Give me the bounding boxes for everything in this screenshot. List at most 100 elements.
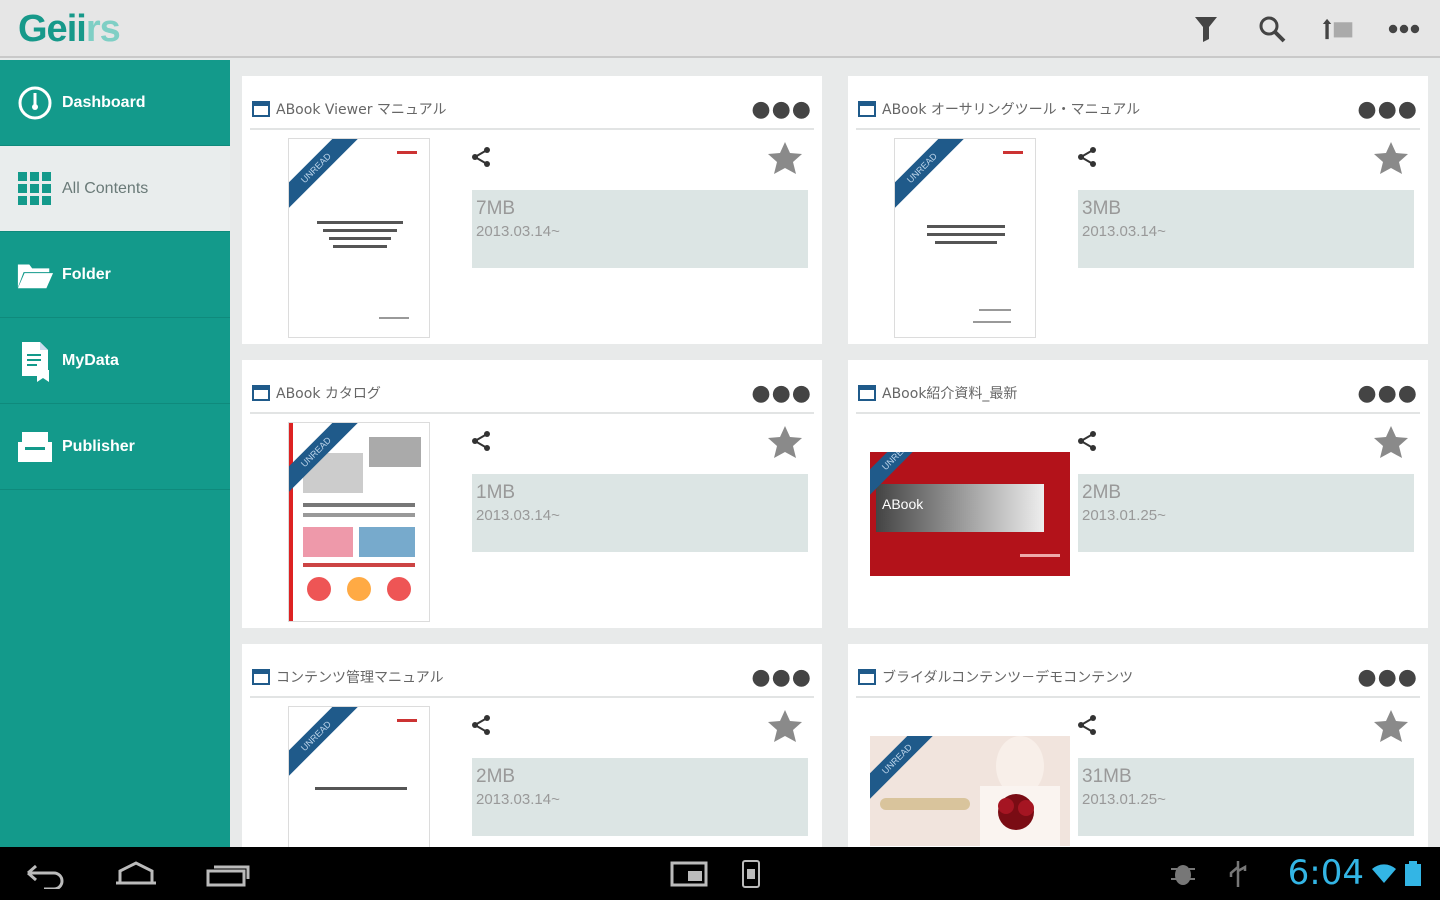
grid-icon (16, 169, 54, 209)
card-title: コンテンツ管理マニュアル (276, 670, 444, 686)
document-preview (315, 719, 417, 790)
sidebar: Dashboard All Contents Folder MyData Pub… (0, 60, 230, 847)
publisher-icon (16, 427, 54, 467)
card-header: ABook オーサリングツール・マニュアル ●●● (856, 90, 1420, 130)
presentation-preview (870, 452, 1070, 592)
document-icon (252, 669, 270, 685)
filter-icon[interactable] (1190, 12, 1222, 46)
content-thumbnail[interactable]: UNREAD (288, 422, 430, 622)
share-icon[interactable] (1076, 430, 1098, 452)
status-clock: 6:04 (1287, 853, 1364, 893)
sidebar-item-publisher[interactable]: Publisher (0, 404, 230, 490)
overflow-menu-icon[interactable] (1388, 12, 1420, 46)
favorite-star-icon[interactable] (766, 424, 804, 462)
publish-date: 2013.03.14~ (476, 223, 560, 240)
card-header: コンテンツ管理マニュアル ●●● (250, 658, 814, 698)
content-grid: ABook Viewer マニュアル ●●● UNREAD 7MB 2013.0… (230, 60, 1440, 847)
favorite-star-icon[interactable] (766, 708, 804, 746)
file-size: 1MB (476, 482, 516, 503)
more-options-icon[interactable]: ●●● (1357, 97, 1418, 122)
sidebar-item-dashboard[interactable]: Dashboard (0, 60, 230, 146)
content-thumbnail[interactable]: UNREAD (870, 736, 1070, 846)
file-size: 31MB (1082, 766, 1132, 787)
card-title: ABook Viewer マニュアル (276, 102, 447, 118)
content-thumbnail[interactable]: ABook UNREAD (870, 452, 1070, 592)
content-card[interactable]: ABook Viewer マニュアル ●●● UNREAD 7MB 2013.0… (242, 76, 822, 344)
mydata-icon (16, 341, 54, 382)
share-icon[interactable] (1076, 714, 1098, 736)
back-icon[interactable] (24, 859, 68, 889)
document-icon (858, 385, 876, 401)
card-header: ブライダルコンテンツ－デモコンテンツ ●●● (856, 658, 1420, 698)
content-card[interactable]: ブライダルコンテンツ－デモコンテンツ ●●● UNREAD 31MB 2013.… (848, 644, 1428, 847)
card-header: ABook紹介資料_最新 ●●● (856, 374, 1420, 414)
favorite-star-icon[interactable] (1372, 424, 1410, 462)
dashboard-icon (16, 83, 54, 123)
card-title: ABook紹介資料_最新 (882, 386, 1018, 402)
publish-date: 2013.01.25~ (1082, 791, 1166, 808)
document-icon (252, 101, 270, 117)
sidebar-item-all-contents[interactable]: All Contents (0, 146, 230, 232)
content-info: 7MB 2013.03.14~ (472, 190, 808, 268)
app-logo: Geiirs (18, 8, 121, 50)
home-icon[interactable] (112, 859, 160, 889)
sort-icon[interactable] (1322, 12, 1354, 46)
content-info: 31MB 2013.01.25~ (1078, 758, 1414, 836)
content-info: 2MB 2013.03.14~ (472, 758, 808, 836)
sidebar-item-label: MyData (62, 351, 119, 369)
card-title: ABook オーサリングツール・マニュアル (882, 102, 1141, 118)
share-icon[interactable] (470, 146, 492, 168)
share-icon[interactable] (1076, 146, 1098, 168)
content-card[interactable]: ABook オーサリングツール・マニュアル ●●● UNREAD 3MB 201… (848, 76, 1428, 344)
screenshot-icon[interactable] (740, 859, 762, 889)
folder-icon (16, 255, 54, 295)
document-icon (858, 669, 876, 685)
document-icon (252, 385, 270, 401)
content-thumbnail[interactable]: UNREAD (288, 706, 430, 847)
content-thumbnail[interactable]: UNREAD (894, 138, 1036, 338)
sidebar-item-label: Folder (62, 265, 111, 283)
content-info: 3MB 2013.03.14~ (1078, 190, 1414, 268)
card-title: ABook カタログ (276, 386, 381, 402)
document-preview (317, 151, 417, 319)
more-options-icon[interactable]: ●●● (1357, 665, 1418, 690)
sidebar-item-label: All Contents (62, 179, 149, 197)
favorite-star-icon[interactable] (1372, 140, 1410, 178)
system-navigation-bar: 6:04 (0, 847, 1440, 900)
more-options-icon[interactable]: ●●● (751, 381, 812, 406)
favorite-star-icon[interactable] (1372, 708, 1410, 746)
publish-date: 2013.03.14~ (476, 791, 560, 808)
sidebar-item-label: Publisher (62, 437, 135, 455)
search-icon[interactable] (1256, 12, 1288, 46)
more-options-icon[interactable]: ●●● (751, 97, 812, 122)
recent-apps-icon[interactable] (204, 859, 252, 889)
sidebar-item-folder[interactable]: Folder (0, 232, 230, 318)
file-size: 2MB (1082, 482, 1122, 503)
more-options-icon[interactable]: ●●● (1357, 381, 1418, 406)
favorite-star-icon[interactable] (766, 140, 804, 178)
document-preview (927, 151, 1023, 323)
debug-icon (1171, 865, 1195, 885)
file-size: 7MB (476, 198, 516, 219)
thumbnail-brand: ABook (882, 496, 924, 512)
content-info: 2MB 2013.01.25~ (1078, 474, 1414, 552)
share-icon[interactable] (470, 430, 492, 452)
share-icon[interactable] (470, 714, 492, 736)
card-title: ブライダルコンテンツ－デモコンテンツ (882, 670, 1134, 686)
card-header: ABook カタログ ●●● (250, 374, 814, 414)
sidebar-item-mydata[interactable]: MyData (0, 318, 230, 404)
wifi-icon (1372, 864, 1396, 883)
content-card[interactable]: ABook紹介資料_最新 ●●● ABook UNREAD 2MB 2013.0… (848, 360, 1428, 628)
action-bar: Geiirs (0, 0, 1440, 58)
card-header: ABook Viewer マニュアル ●●● (250, 90, 814, 130)
content-info: 1MB 2013.03.14~ (472, 474, 808, 552)
sidebar-item-label: Dashboard (62, 93, 146, 111)
content-card[interactable]: コンテンツ管理マニュアル ●●● UNREAD 2MB 2013.03.14~ (242, 644, 822, 847)
screen-mirror-icon[interactable] (670, 859, 708, 889)
more-options-icon[interactable]: ●●● (751, 665, 812, 690)
content-card[interactable]: ABook カタログ ●●● UNREAD 1MB 2013.03.14~ (242, 360, 822, 628)
content-thumbnail[interactable]: UNREAD (288, 138, 430, 338)
publish-date: 2013.03.14~ (476, 507, 560, 524)
usb-icon (1229, 861, 1247, 887)
file-size: 3MB (1082, 198, 1122, 219)
